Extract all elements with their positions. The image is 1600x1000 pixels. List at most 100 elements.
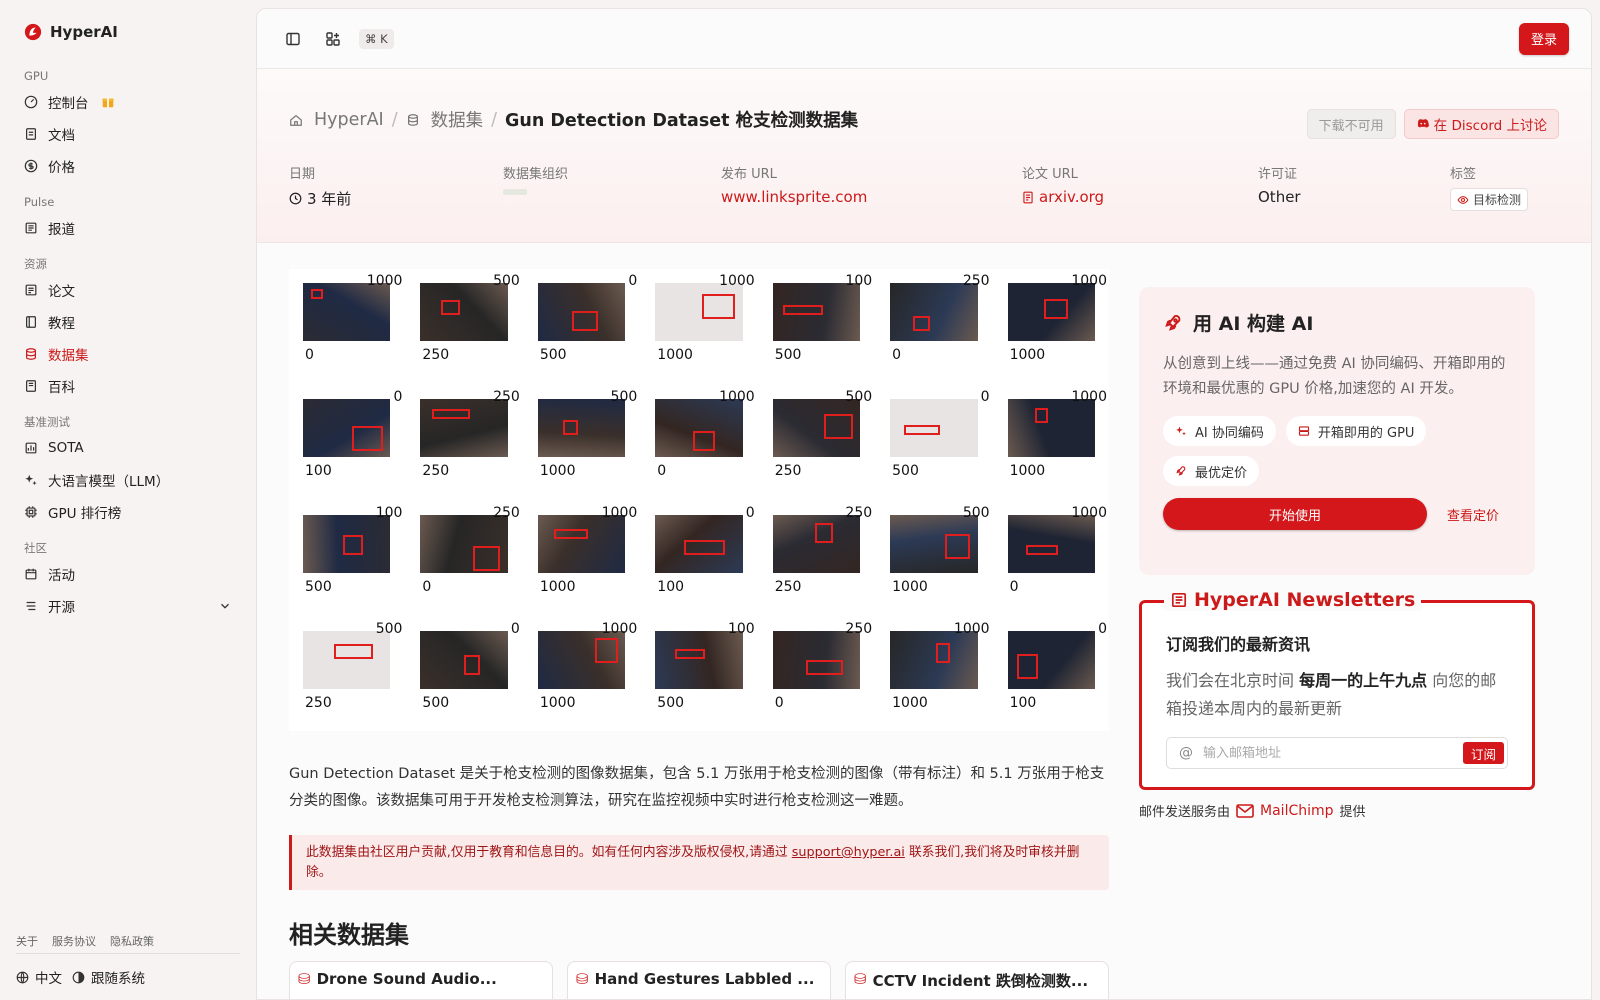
thumbnail-image [772,283,861,341]
sparkles-icon [1176,426,1186,436]
newsletter-schedule: 每周一的上午九点 [1299,671,1428,690]
axis-tick-label: 250 [422,347,450,363]
download-button[interactable]: 下载不可用 [1306,109,1396,139]
get-started-button[interactable]: 开始使用 [1163,498,1427,530]
publish-url-link[interactable]: www.linksprite.com [721,188,867,206]
sample-thumbnail: 100 0 [993,617,1109,731]
sidebar-item-console[interactable]: 控制台 [16,86,240,118]
axis-tick-label: 500 [493,273,520,289]
meta-org: 数据集组织 [503,163,568,195]
promo-title-text: 用 AI 构建 AI [1193,313,1314,335]
section-label-pulse: Pulse [24,195,55,209]
chevron-down-icon[interactable] [218,599,232,613]
sidebar-item-papers[interactable]: 论文 [16,274,240,306]
meta-paper: 论文 URL arxiv.org [1022,163,1104,206]
feature-pill-label: AI 协同编码 [1195,425,1264,441]
axis-tick-label: 1000 [953,621,990,637]
sidebar-item-datasets[interactable]: 数据集 [16,338,240,370]
language-switcher[interactable]: 中文 [16,967,62,987]
database-icon: ⛁ [298,970,311,988]
view-pricing-link[interactable]: 查看定价 [1447,505,1499,524]
discord-button[interactable]: 在 Discord 上讨论 [1403,109,1559,139]
login-button[interactable]: 登录 [1518,22,1569,55]
sidebar-item-tutorials[interactable]: 教程 [16,306,240,338]
sidebar-item-label: GPU 排行榜 [48,506,122,522]
section-label-community: 社区 [24,541,47,555]
sidebar-item-events[interactable]: 活动 [16,558,240,590]
breadcrumb-root[interactable]: HyperAI [314,110,384,130]
axis-tick-label: 0 [745,505,755,521]
axis-tick-label: 1000 [601,621,638,637]
calendar-icon [25,568,37,580]
footer-links: 关于 服务协议 隐私政策 [16,934,240,954]
bounding-box [432,409,471,419]
feature-pill-copilot: AI 协同编码 [1163,416,1276,446]
sample-thumbnail: 500 100 [289,501,405,615]
thumbnail-image [537,631,626,689]
bounding-box [352,426,383,451]
theme-switcher[interactable]: 跟随系统 [72,967,145,987]
sidebar-item-pricing[interactable]: 价格 [16,150,240,182]
footer-link-about[interactable]: 关于 [16,933,38,949]
footer-link-terms[interactable]: 服务协议 [52,933,96,949]
bounding-box [904,425,941,435]
meta-org-label: 数据集组织 [503,167,569,182]
sidebar-item-llm[interactable]: 大语言模型（LLM） [16,464,240,496]
bounding-box [1043,299,1068,319]
support-email-link[interactable]: support@hyper.ai [792,845,905,860]
axis-tick-label: 1000 [892,579,928,595]
axis-tick-label: 100 [375,505,403,521]
thumbnail-image [537,283,626,341]
organization-logo[interactable] [503,189,527,195]
related-dataset-card[interactable]: ⛁ Hand Gestures Labbled ... [567,961,831,999]
axis-tick-label: 250 [493,389,520,405]
bounding-box [913,316,931,331]
bounding-box [1025,545,1058,555]
sample-thumbnail: 250 500 [406,269,522,383]
sidebar-item-reports[interactable]: 报道 [16,212,240,244]
mail-icon [1236,803,1254,818]
promo-body: 从创意到上线——通过免费 AI 协同编码、开箱即用的环境和最优惠的 GPU 价格… [1163,356,1506,397]
sample-thumbnail: 1000 1000 [523,501,640,615]
book-icon [26,128,36,140]
footer-link-privacy[interactable]: 隐私政策 [110,933,154,949]
sidebar-item-gpu-leaderboard[interactable]: GPU 排行榜 [16,496,240,528]
thumbnail-image [303,631,391,689]
thumbnail-image [890,631,978,689]
sidebar-item-encyclopedia[interactable]: 百科 [16,370,240,402]
promo-title: 用 AI 构建 AI [1163,309,1511,336]
sidebar-item-sota[interactable]: SOTA [16,432,240,464]
related-dataset-card[interactable]: ⛁ CCTV Incident 跌倒检测数... [845,961,1109,999]
sidebar: HyperAI GPU 控制台 文档 价格 Pulse 报道 资源 论文 教程 … [0,0,256,1000]
sidebar-item-docs[interactable]: 文档 [16,118,240,150]
axis-tick-label: 0 [305,347,314,363]
thumbnail-image [303,283,391,341]
sidebar-item-open-source[interactable]: 开源 [16,590,240,622]
toggle-sidebar-button[interactable] [279,25,307,53]
email-input[interactable] [1197,745,1463,761]
tag-chip[interactable]: 目标检测 [1450,188,1529,211]
apps-button[interactable] [319,25,347,53]
subscribe-button[interactable]: 订阅 [1462,742,1504,764]
newsletter-legend-text: HyperAI Newsletters [1194,589,1416,611]
meta-date-value: 3 年前 [289,188,351,209]
sample-thumbnail: 250 250 [758,501,875,615]
newsletter-legend: HyperAI Newsletters [1164,589,1422,611]
brand[interactable]: HyperAI [16,0,240,64]
meta-license: 许可证 Other [1258,163,1301,206]
axis-tick-label: 100 [1009,695,1037,711]
tags-value: 目标检测 [1450,188,1529,211]
sidebar-item-label: 数据集 [48,348,89,364]
breadcrumb-section[interactable]: 数据集 [431,107,484,132]
scan-eye-icon [1457,195,1469,204]
related-dataset-card[interactable]: ⛁ Drone Sound Audio... [289,961,553,999]
mailchimp-link[interactable]: MailChimp [1236,803,1334,819]
sample-thumbnail: 1000 500 [876,501,992,615]
paper-url-link[interactable]: arxiv.org [1022,188,1104,206]
sample-thumbnail: 1000 1000 [993,385,1109,499]
thumbnail-image [537,399,626,457]
command-shortcut[interactable]: ⌘ K [359,28,394,49]
promo-card: 用 AI 构建 AI 从创意到上线——通过免费 AI 协同编码、开箱即用的环境和… [1139,287,1535,575]
home-icon [290,114,302,126]
chart-icon [25,442,37,454]
